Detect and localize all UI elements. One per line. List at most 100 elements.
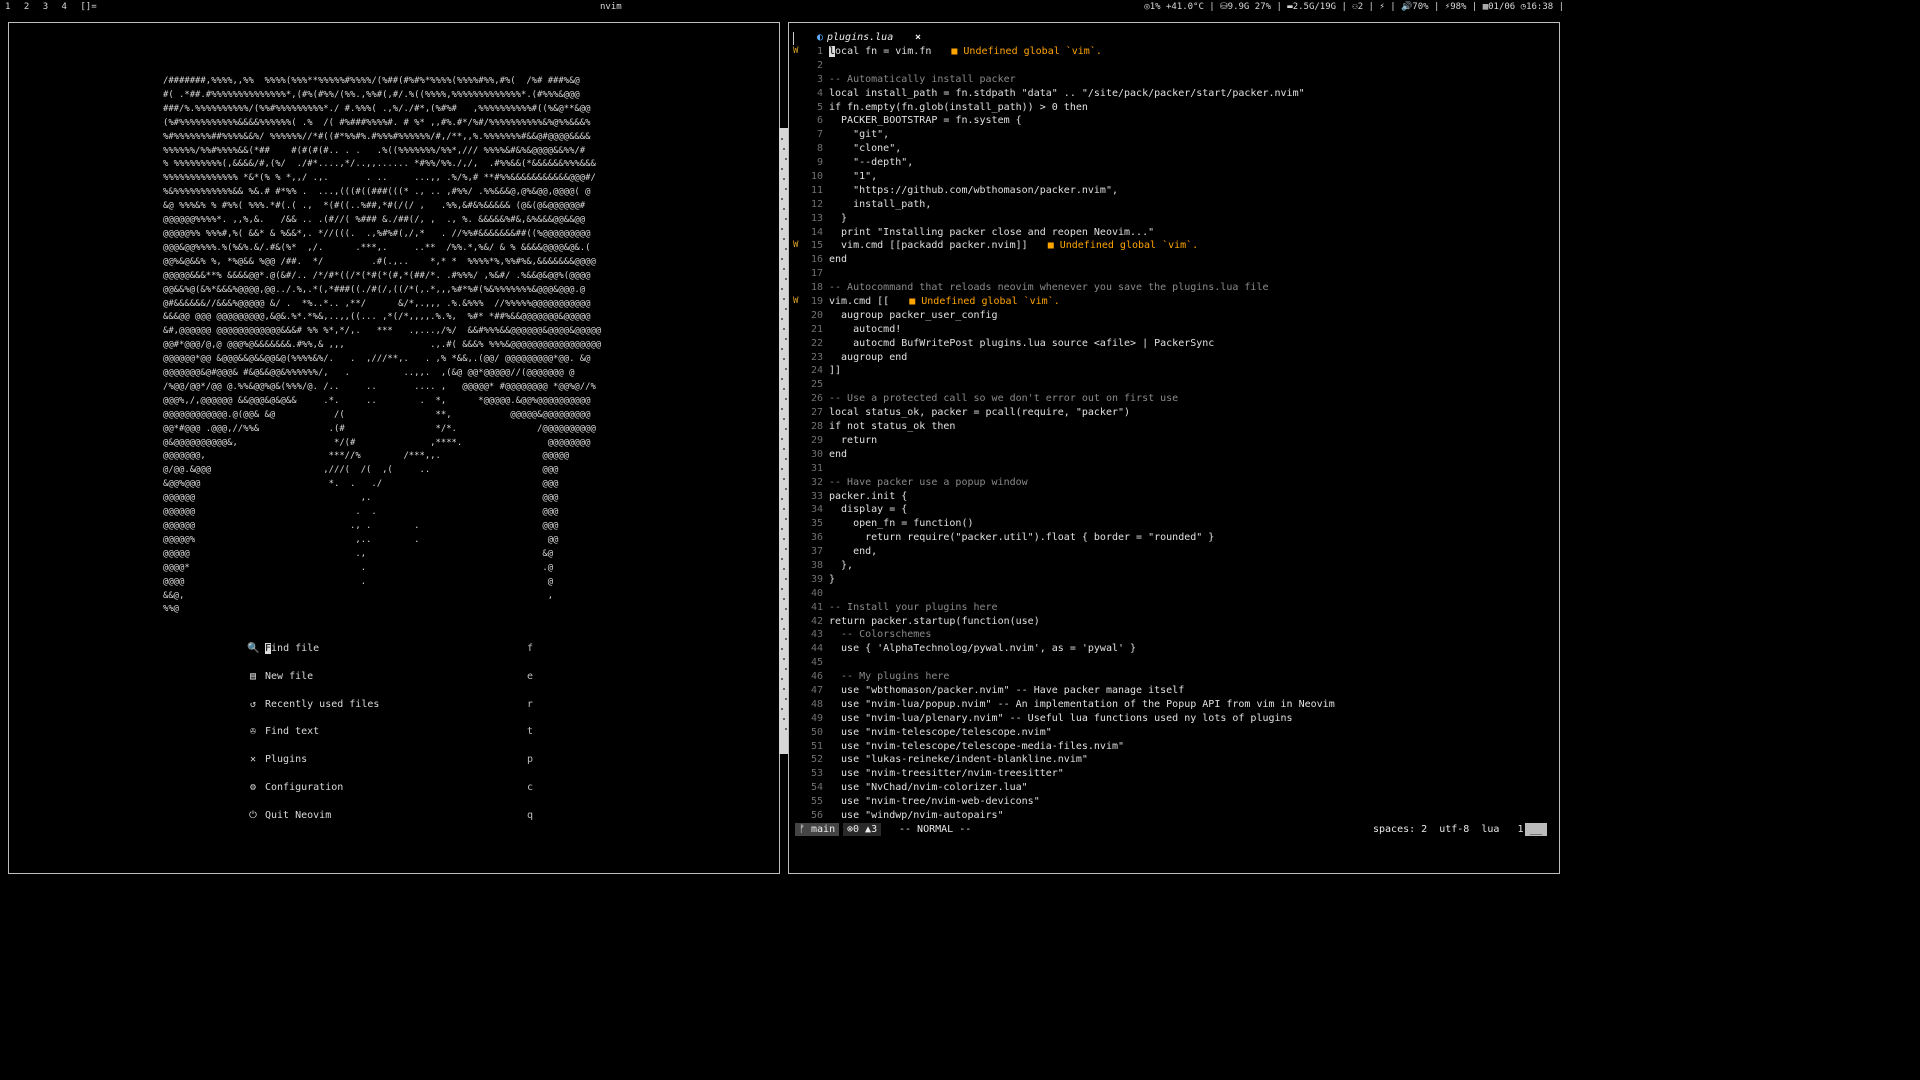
code-line[interactable]: 8 "clone", — [789, 142, 1559, 156]
code-line[interactable]: 47 use "wbthomason/packer.nvim" -- Have … — [789, 684, 1559, 698]
scrollbar-texture — [785, 698, 787, 700]
code-line[interactable]: 27 local status_ok, packer = pcall(requir… — [789, 406, 1559, 420]
menu-item-find-file[interactable]: 🔍 Find file f — [247, 642, 547, 670]
diagnostics-count[interactable]: ⊗0 ▲3 — [843, 823, 882, 836]
line-code: "clone", — [829, 143, 902, 155]
line-number: 47 — [810, 684, 823, 696]
workspace-2[interactable]: 2 — [24, 2, 29, 12]
code-line[interactable]: 32 -- Have packer use a popup window — [789, 476, 1559, 490]
line-number: 9 — [816, 157, 823, 169]
code-line[interactable]: 10 "1", — [789, 170, 1559, 184]
workspace-3[interactable]: 3 — [43, 2, 48, 12]
code-line[interactable]: 56 use "windwp/nvim-autopairs" — [789, 809, 1559, 823]
line-code: use "lukas-reineke/indent-blankline.nvim… — [829, 754, 1088, 766]
code-line[interactable]: 48 use "nvim-lua/popup.nvim" -- An imple… — [789, 698, 1559, 712]
code-line[interactable]: 51 use "nvim-telescope/telescope-media-f… — [789, 740, 1559, 754]
code-line[interactable]: 50 use "nvim-telescope/telescope.nvim" — [789, 726, 1559, 740]
code-line[interactable]: 42 return packer.startup(function(use) — [789, 615, 1559, 629]
line-code: use "windwp/nvim-autopairs" — [829, 809, 1004, 821]
top-bar: 1 2 3 4 []= nvim ◎1% +41.0°C | ⛁9.9G 27%… — [0, 0, 1568, 14]
menu-item-new-file[interactable]: ▤ New file e — [247, 670, 547, 698]
tab-close-icon[interactable]: × — [915, 31, 921, 45]
code-line[interactable]: 14 print "Installing packer close and re… — [789, 226, 1559, 240]
code-line[interactable]: 20 augroup packer_user_config — [789, 309, 1559, 323]
code-line[interactable]: 22 autocmd BufWritePost plugins.lua sour… — [789, 337, 1559, 351]
code-line[interactable]: 24]] — [789, 364, 1559, 378]
line-number: 42 — [810, 615, 823, 627]
code-line[interactable]: 35 open_fn = function() — [789, 517, 1559, 531]
code-line[interactable]: 26 -- Use a protected call so we don't er… — [789, 392, 1559, 406]
code-line[interactable]: 55 use "nvim-tree/nvim-web-devicons" — [789, 795, 1559, 809]
code-line[interactable]: 9 "--depth", — [789, 156, 1559, 170]
workspace-4[interactable]: 4 — [62, 2, 67, 12]
line-code: use "nvim-lua/popup.nvim" -- An implemen… — [829, 698, 1335, 710]
code-line[interactable]: 52 use "lukas-reineke/indent-blankline.n… — [789, 753, 1559, 767]
line-text: autocmd! — [829, 323, 901, 337]
code-line[interactable]: 2 — [789, 59, 1559, 73]
menu-item-quit-neovim[interactable]: ⏻ Quit Neovim q — [247, 809, 547, 837]
code-line[interactable]: 18 -- Autocommand that reloads neovim whe… — [789, 281, 1559, 295]
line-text: -- Colorschemes — [829, 628, 931, 642]
line-text: use "windwp/nvim-autopairs" — [829, 809, 1004, 823]
code-line[interactable]: 30 end — [789, 448, 1559, 462]
line-text: -- Autocommand that reloads neovim whene… — [829, 281, 1269, 295]
code-line[interactable]: 4 local install_path = fn.stdpath "data" … — [789, 87, 1559, 101]
ascii-art-header: /#######,%%%%,,%% %%%%(%%%**%%%%%#%%%%/(… — [163, 76, 602, 615]
line-text: }, — [829, 559, 853, 573]
code-line[interactable]: 38 }, — [789, 559, 1559, 573]
code-line[interactable]: 34 display = { — [789, 503, 1559, 517]
code-line[interactable]: 45 — [789, 656, 1559, 670]
menu-item-recently-used-files[interactable]: ↺ Recently used files r — [247, 698, 547, 726]
dashboard-window[interactable]: /#######,%%%%,,%% %%%%(%%%**%%%%%#%%%%/(… — [8, 22, 780, 874]
layout-indicator[interactable]: []= — [80, 2, 96, 12]
menu-item-plugins[interactable]: ✕ Plugins p — [247, 753, 547, 781]
code-line[interactable]: W 19 vim.cmd [[■ Undefined global `vim`. — [789, 295, 1559, 309]
code-line[interactable]: 53 use "nvim-treesitter/nvim-treesitter" — [789, 767, 1559, 781]
code-line[interactable]: 5 if fn.empty(fn.glob(install_path)) > 0 … — [789, 101, 1559, 115]
scrollbar-texture — [781, 228, 783, 230]
diagnostic-virtual-text: ■ Undefined global `vim`. — [1047, 240, 1199, 252]
menu-item-find-text[interactable]: ✇ Find text t — [247, 725, 547, 753]
code-line[interactable]: 21 autocmd! — [789, 323, 1559, 337]
code-line[interactable]: 17 — [789, 267, 1559, 281]
code-line[interactable]: 41 -- Install your plugins here — [789, 601, 1559, 615]
line-number: 3 — [816, 73, 823, 85]
menu-item-configuration[interactable]: ⚙ Configuration c — [247, 781, 547, 809]
code-line[interactable]: 33 packer.init { — [789, 490, 1559, 504]
code-line[interactable]: 46 -- My plugins here — [789, 670, 1559, 684]
code-line[interactable]: 3 -- Automatically install packer — [789, 73, 1559, 87]
code-line[interactable]: 37 end, — [789, 545, 1559, 559]
code-line[interactable]: 31 — [789, 462, 1559, 476]
code-line[interactable]: 43 -- Colorschemes — [789, 628, 1559, 642]
code-line[interactable]: 23 augroup end — [789, 351, 1559, 365]
code-line[interactable]: 13 } — [789, 212, 1559, 226]
line-number: 23 — [810, 351, 823, 363]
file-icon: ▤ — [249, 670, 257, 682]
window-separator-scrollbar[interactable] — [779, 128, 788, 754]
code-line[interactable]: 29 return — [789, 434, 1559, 448]
warning-sign-icon: W — [793, 296, 799, 307]
code-buffer[interactable]: W 1 local fn = vim.fn ■ Undefined global `v… — [789, 45, 1559, 823]
workspace-1[interactable]: 1 — [5, 2, 10, 12]
code-line[interactable]: 16 end — [789, 253, 1559, 267]
code-line[interactable]: 40 — [789, 587, 1559, 601]
code-line[interactable]: 28 if not status_ok then — [789, 420, 1559, 434]
line-code: -- My plugins here — [829, 671, 950, 683]
code-line[interactable]: 6 PACKER_BOOTSTRAP = fn.system { — [789, 114, 1559, 128]
code-line[interactable]: 44 use { 'AlphaTechnolog/pywal.nvim', as… — [789, 642, 1559, 656]
line-code: return require("packer.util").float { bo… — [829, 532, 1215, 544]
code-line[interactable]: 25 — [789, 378, 1559, 392]
tab-plugins-lua[interactable]: plugins.lua — [827, 31, 893, 45]
code-line[interactable]: 7 "git", — [789, 128, 1559, 142]
code-line[interactable]: 11 "https://github.com/wbthomason/packer… — [789, 184, 1559, 198]
editor-window[interactable]: ◐ plugins.lua × W 1 local fn = vim.fn ■ Und… — [788, 22, 1560, 874]
code-line[interactable]: 12 install_path, — [789, 198, 1559, 212]
code-line[interactable]: W 15 vim.cmd [[packadd packer.nvim]] ■ Und… — [789, 239, 1559, 253]
code-line[interactable]: 36 return require("packer.util").float {… — [789, 531, 1559, 545]
code-line[interactable]: 54 use "NvChad/nvim-colorizer.lua" — [789, 781, 1559, 795]
code-line[interactable]: 49 use "nvim-lua/plenary.nvim" -- Useful… — [789, 712, 1559, 726]
line-code: use "NvChad/nvim-colorizer.lua" — [829, 782, 1028, 794]
code-line[interactable]: 39} — [789, 573, 1559, 587]
code-line[interactable]: W 1 local fn = vim.fn ■ Undefined global `v… — [789, 45, 1559, 59]
scrollbar-texture — [785, 278, 787, 280]
